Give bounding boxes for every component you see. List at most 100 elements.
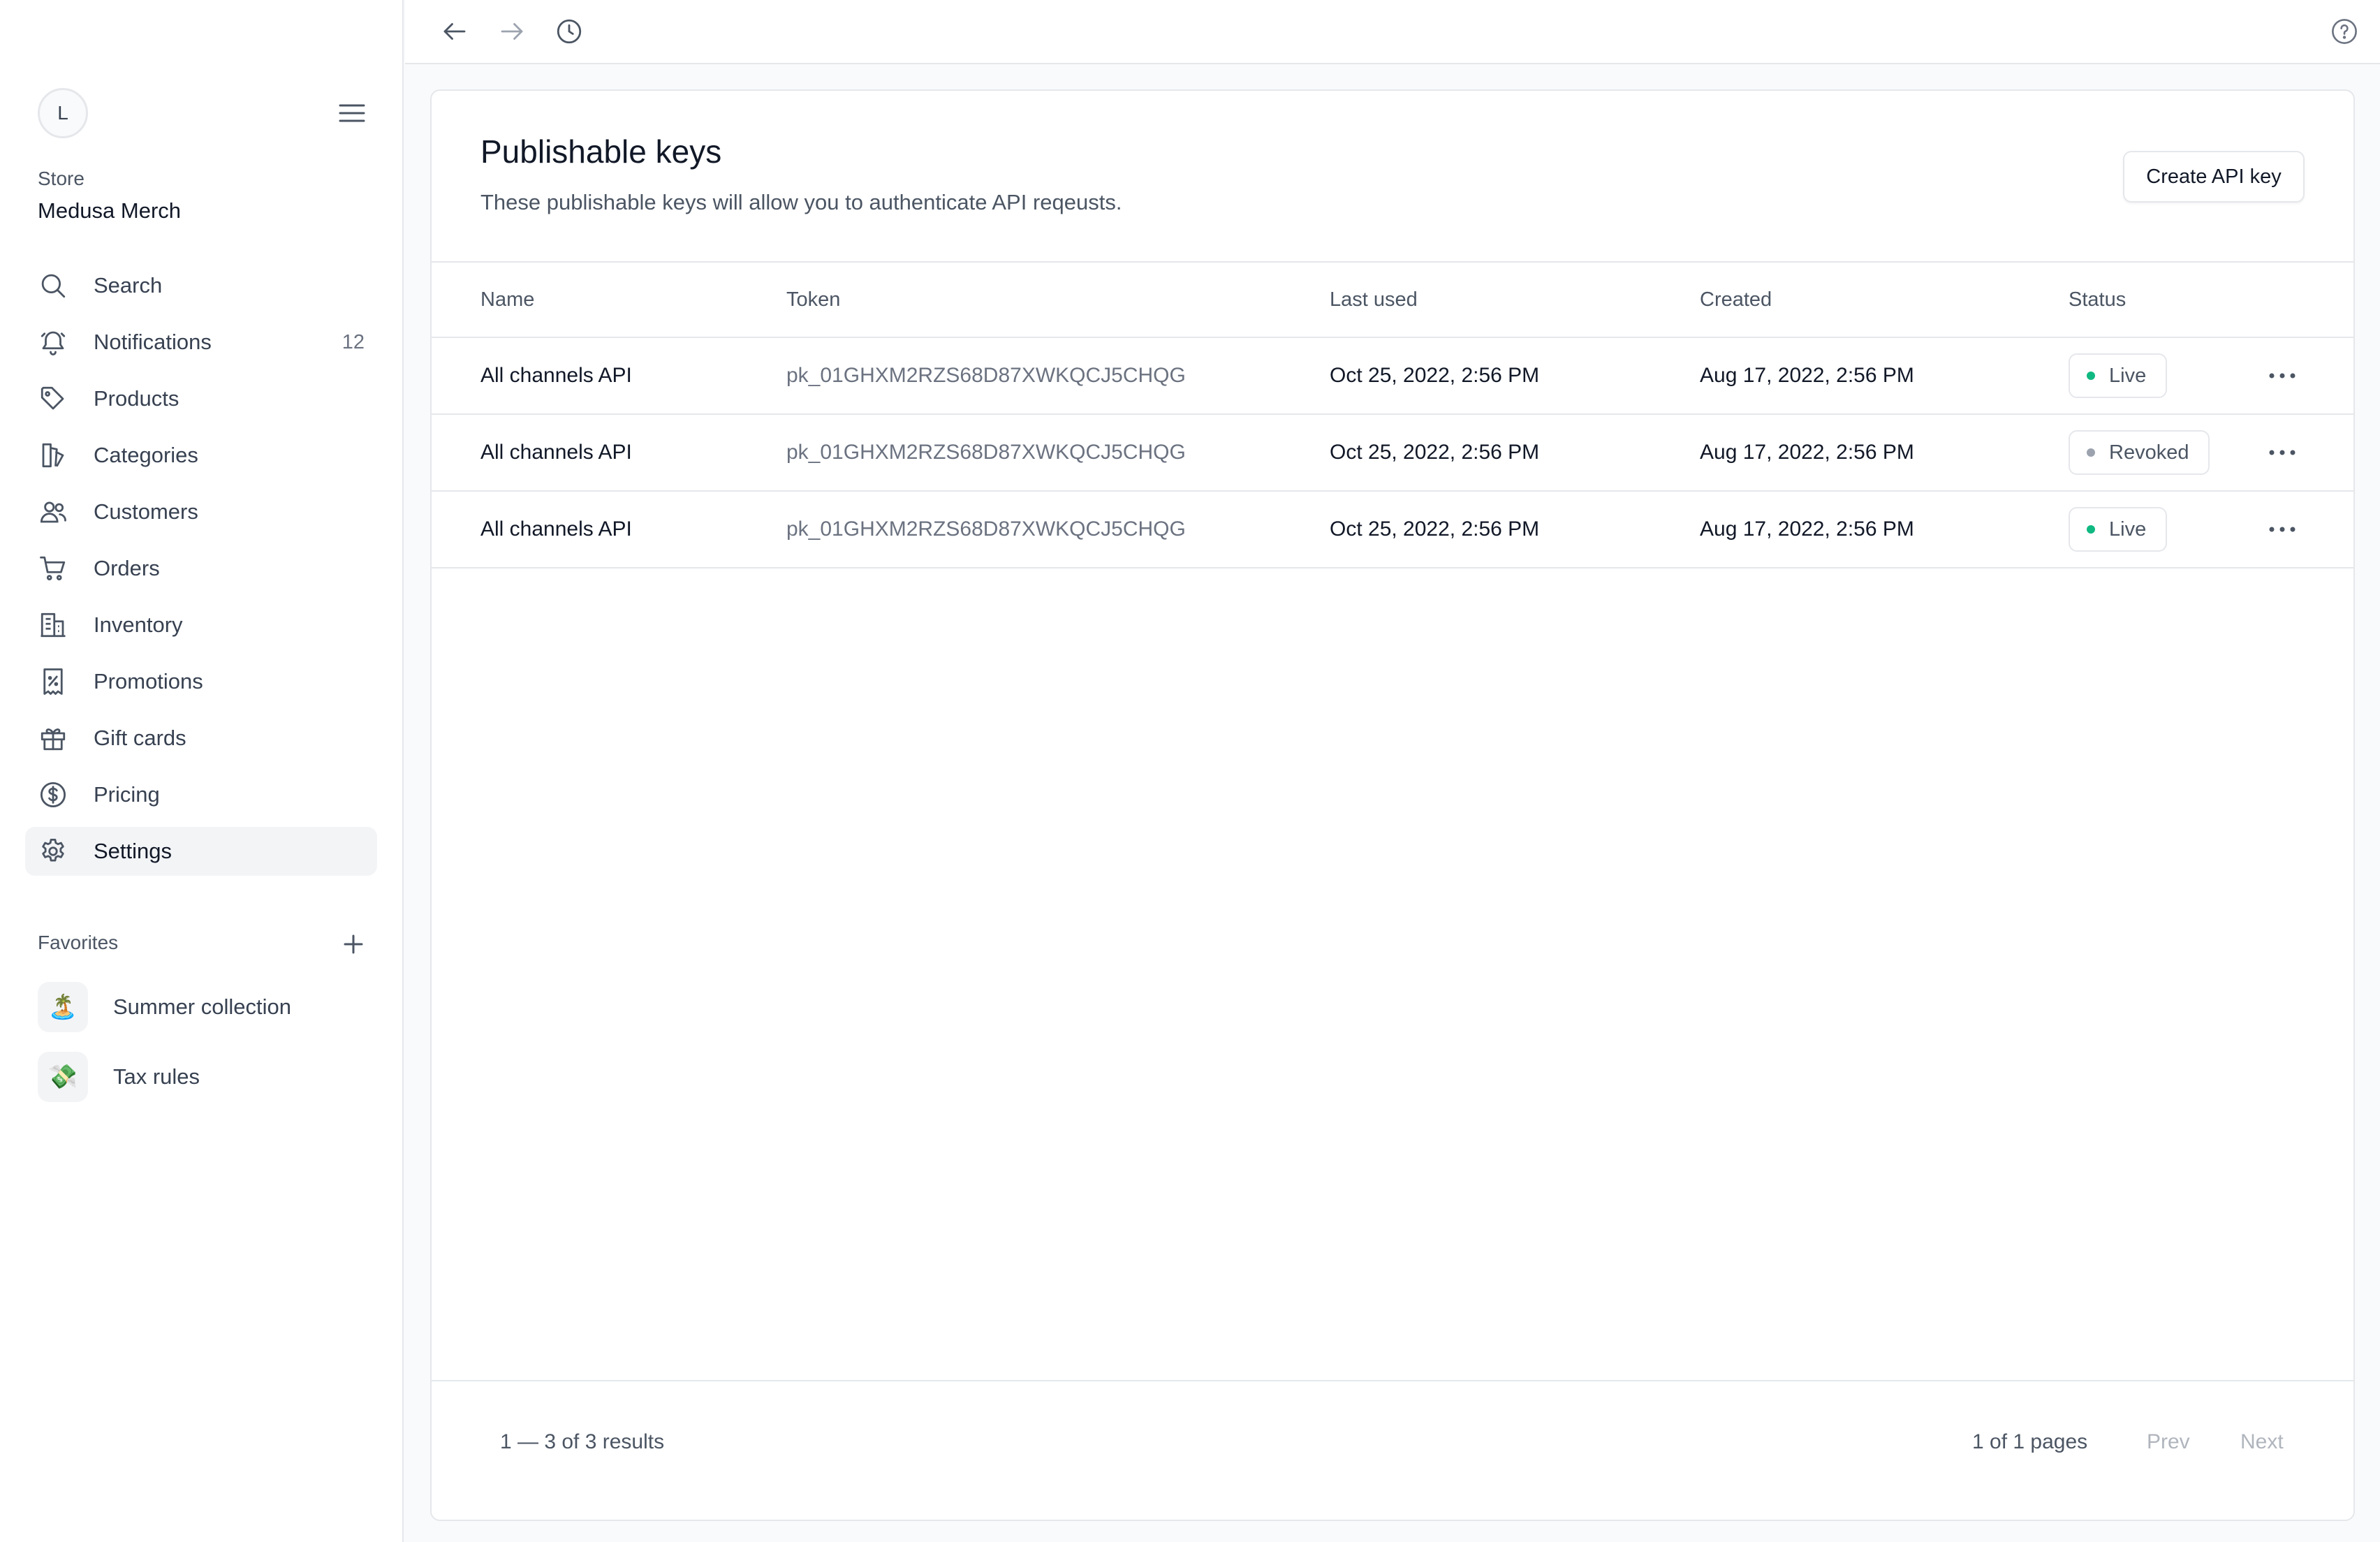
sidebar-item-customers[interactable]: Customers bbox=[25, 487, 377, 536]
status-label: Live bbox=[2109, 517, 2147, 541]
page-subtitle: These publishable keys will allow you to… bbox=[480, 190, 1122, 214]
avatar-initial: L bbox=[57, 102, 68, 124]
status-cell: Live bbox=[2069, 492, 2168, 567]
sidebar-item-label: Inventory bbox=[94, 612, 183, 637]
status-dot-icon bbox=[2087, 448, 2095, 457]
back-button[interactable] bbox=[439, 15, 471, 47]
status-cell: Revoked bbox=[2069, 415, 2210, 490]
column-header-name[interactable]: Name bbox=[480, 263, 534, 337]
status-badge: Revoked bbox=[2069, 430, 2210, 475]
publishable-keys-card: Publishable keys These publishable keys … bbox=[430, 89, 2355, 1521]
plus-icon bbox=[344, 934, 363, 954]
table-header-row: Name Token Last used Created Status bbox=[432, 261, 2353, 338]
row-actions-button[interactable] bbox=[2263, 433, 2302, 472]
sidebar-item-pricing[interactable]: Pricing bbox=[25, 770, 377, 819]
prev-page-button[interactable]: Prev bbox=[2147, 1430, 2190, 1454]
receipt-percent-icon bbox=[38, 666, 68, 697]
avatar[interactable]: L bbox=[38, 88, 88, 138]
menu-toggle-button[interactable] bbox=[338, 101, 366, 126]
actions-cell bbox=[2263, 492, 2302, 567]
column-header-last-used[interactable]: Last used bbox=[1330, 263, 1418, 337]
top-bar bbox=[405, 0, 2380, 64]
sidebar-item-inventory[interactable]: Inventory bbox=[25, 601, 377, 649]
sidebar-item-products[interactable]: Products bbox=[25, 374, 377, 423]
sidebar-item-categories[interactable]: Categories bbox=[25, 431, 377, 480]
bell-icon bbox=[38, 327, 68, 358]
arrow-right-icon bbox=[501, 23, 523, 40]
key-last-used: Oct 25, 2022, 2:56 PM bbox=[1330, 441, 1540, 464]
status-cell: Live bbox=[2069, 338, 2168, 413]
key-name: All channels API bbox=[480, 441, 632, 464]
sidebar-item-label: Notifications bbox=[94, 330, 212, 354]
gear-icon bbox=[38, 836, 68, 867]
sidebar-item-label: Settings bbox=[94, 839, 172, 863]
sidebar-item-label: Promotions bbox=[94, 669, 203, 693]
favorites-label: Favorites bbox=[38, 932, 119, 953]
gift-icon bbox=[38, 723, 68, 754]
key-name: All channels API bbox=[480, 364, 632, 387]
forward-button[interactable] bbox=[496, 15, 528, 47]
row-actions-button[interactable] bbox=[2263, 510, 2302, 549]
sidebar-item-label: Search bbox=[94, 273, 163, 298]
actions-cell bbox=[2263, 338, 2302, 413]
table-row[interactable]: All channels API pk_01GHXM2RZS68D87XWKQC… bbox=[432, 338, 2353, 415]
next-page-button[interactable]: Next bbox=[2240, 1430, 2284, 1454]
column-header-token[interactable]: Token bbox=[786, 263, 840, 337]
store-label: Store bbox=[38, 168, 85, 189]
row-actions-button[interactable] bbox=[2263, 356, 2302, 395]
category-icon bbox=[38, 440, 68, 471]
sidebar-nav: Search Notifications 12 Products Categor… bbox=[25, 261, 377, 883]
key-created: Aug 17, 2022, 2:56 PM bbox=[1700, 364, 1914, 387]
actions-cell bbox=[2263, 415, 2302, 490]
column-header-created[interactable]: Created bbox=[1700, 263, 1772, 337]
ellipsis-icon bbox=[2269, 527, 2295, 532]
sidebar-item-notifications[interactable]: Notifications 12 bbox=[25, 318, 377, 367]
status-dot-icon bbox=[2087, 525, 2095, 534]
sidebar-item-settings[interactable]: Settings bbox=[25, 827, 377, 876]
status-badge: Live bbox=[2069, 353, 2168, 398]
key-last-used: Oct 25, 2022, 2:56 PM bbox=[1330, 517, 1540, 541]
search-icon bbox=[38, 270, 68, 301]
ellipsis-icon bbox=[2269, 450, 2295, 455]
sidebar-item-search[interactable]: Search bbox=[25, 261, 377, 310]
table-row[interactable]: All channels API pk_01GHXM2RZS68D87XWKQC… bbox=[432, 415, 2353, 492]
clock-icon bbox=[557, 19, 582, 44]
hamburger-icon bbox=[339, 104, 365, 122]
favorites-header: Favorites bbox=[38, 932, 366, 960]
sidebar-item-orders[interactable]: Orders bbox=[25, 544, 377, 593]
pagination: 1 — 3 of 3 results 1 of 1 pages Prev Nex… bbox=[432, 1380, 2353, 1520]
column-header-status[interactable]: Status bbox=[2069, 263, 2126, 337]
sidebar-item-label: Categories bbox=[94, 443, 198, 467]
history-button[interactable] bbox=[553, 15, 585, 47]
store-name[interactable]: Medusa Merch bbox=[38, 198, 181, 223]
page-title: Publishable keys bbox=[480, 133, 722, 170]
sidebar-item-label: Customers bbox=[94, 499, 198, 524]
status-label: Live bbox=[2109, 364, 2147, 387]
sidebar-item-gift-cards[interactable]: Gift cards bbox=[25, 714, 377, 763]
key-created: Aug 17, 2022, 2:56 PM bbox=[1700, 517, 1914, 541]
sidebar-item-promotions[interactable]: Promotions bbox=[25, 657, 377, 706]
table-row[interactable]: All channels API pk_01GHXM2RZS68D87XWKQC… bbox=[432, 492, 2353, 568]
status-label: Revoked bbox=[2109, 441, 2189, 464]
sidebar-item-label: Pricing bbox=[94, 782, 160, 807]
add-favorite-button[interactable] bbox=[341, 932, 366, 957]
key-token: pk_01GHXM2RZS68D87XWKQCJ5CHQG bbox=[786, 364, 1186, 387]
sidebar-item-label: Orders bbox=[94, 556, 160, 580]
help-button[interactable] bbox=[2328, 15, 2360, 47]
favorite-label: Summer collection bbox=[113, 994, 291, 1019]
key-token: pk_01GHXM2RZS68D87XWKQCJ5CHQG bbox=[786, 517, 1186, 541]
results-count: 1 — 3 of 3 results bbox=[500, 1430, 665, 1453]
island-icon: 🏝️ bbox=[38, 982, 88, 1032]
key-last-used: Oct 25, 2022, 2:56 PM bbox=[1330, 364, 1540, 387]
favorite-item-summer-collection[interactable]: 🏝️ Summer collection bbox=[38, 982, 366, 1032]
status-badge: Live bbox=[2069, 507, 2168, 552]
sidebar-item-label: Gift cards bbox=[94, 726, 186, 750]
key-name: All channels API bbox=[480, 517, 632, 541]
favorite-item-tax-rules[interactable]: 💸 Tax rules bbox=[38, 1052, 366, 1102]
status-dot-icon bbox=[2087, 372, 2095, 380]
sidebar: L Store Medusa Merch Search Notification… bbox=[0, 0, 404, 1542]
key-created: Aug 17, 2022, 2:56 PM bbox=[1700, 441, 1914, 464]
notifications-count: 12 bbox=[341, 330, 365, 353]
favorite-label: Tax rules bbox=[113, 1064, 200, 1089]
create-api-key-button[interactable]: Create API key bbox=[2123, 151, 2305, 203]
